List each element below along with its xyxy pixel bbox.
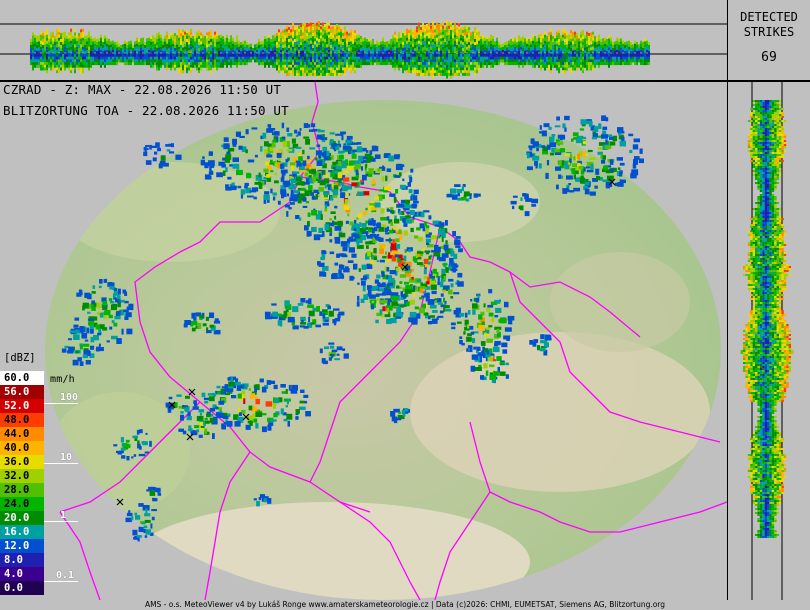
rain-rate-label: 0.1 [56,570,75,581]
radar-map[interactable] [0,82,727,600]
legend-rain-unit: mm/h [50,374,75,385]
legend-level: 0.0 [0,581,44,595]
legend-level: 8.0 [0,553,44,567]
rain-rate-label: 1 [60,510,67,521]
footer-credits: AMS - o.s. MeteoViewer v4 by Lukáš Ronge… [0,600,810,610]
legend-level: 4.0 [0,567,44,581]
legend-level: 24.0 [0,497,44,511]
legend-level: 32.0 [0,469,44,483]
legend-level: 16.0 [0,525,44,539]
legend-level: 28.0 [0,483,44,497]
legend-level: 60.0 [0,371,44,385]
legend-level: 40.0 [0,441,44,455]
dbz-legend: 60.0 56.0 52.0 48.0 44.0 40.0 36.0 32.0 28.0 24.0… [0,371,44,595]
radar-product-label: CZRAD - Z: MAX - 22.08.2026 11:50 UT [3,82,282,97]
legend-level: 44.0 [0,427,44,441]
legend-level: 36.0 [0,455,44,469]
lightning-product-label: BLITZORTUNG TOA - 22.08.2026 11:50 UT [3,103,289,118]
rain-rate-label: 10 [60,452,73,463]
legend-level: 48.0 [0,413,44,427]
detected-strikes-title: DETECTED STRIKES [740,10,798,39]
legend-level: 52.0 [0,399,44,413]
legend-level: 56.0 [0,385,44,399]
legend-level: 12.0 [0,539,44,553]
rain-rate-label: 100 [60,392,79,403]
detected-strikes-count: 69 [761,50,777,65]
side-reflectivity-profile [728,82,810,600]
legend-unit: [dBZ] [4,352,36,364]
legend-level: 20.0 [0,511,44,525]
top-reflectivity-profile [0,0,727,80]
